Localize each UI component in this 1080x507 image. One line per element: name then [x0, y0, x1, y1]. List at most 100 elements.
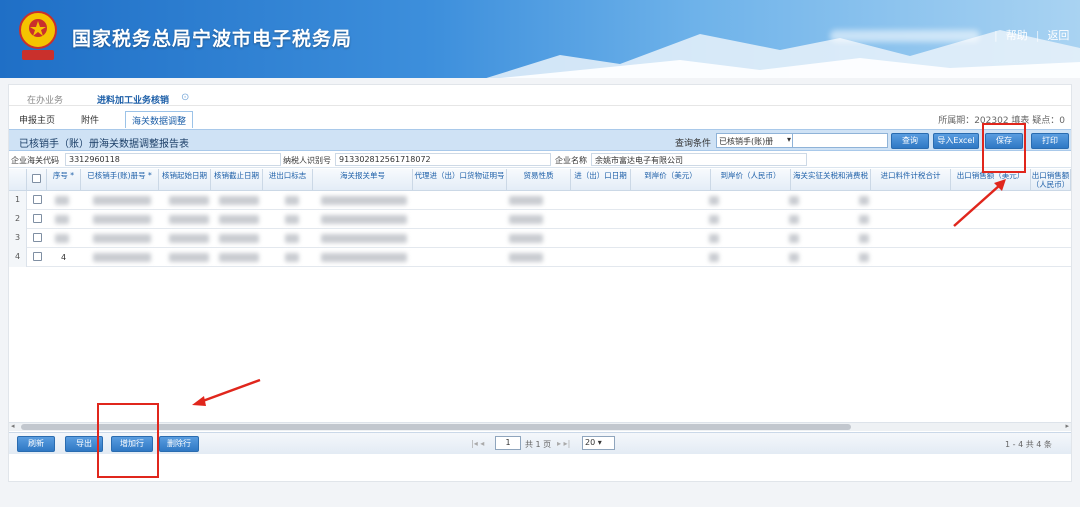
chevron-down-icon: ▾ — [597, 438, 602, 447]
grid-header-col[interactable]: 出口销售额（人民币） — [1031, 169, 1071, 191]
row-checkbox[interactable] — [33, 214, 42, 223]
blurred-cell — [859, 253, 869, 262]
print-button[interactable]: 打印 — [1031, 133, 1069, 149]
refresh-button[interactable]: 刷新 — [17, 436, 55, 452]
blurred-cell — [859, 234, 869, 243]
total-pages: 共 1 页 — [525, 440, 552, 449]
report-title: 已核销手（账）册海关数据调整报告表 — [19, 139, 189, 150]
company-value: 余姚市富达电子有限公司 — [591, 153, 807, 166]
import-excel-button[interactable]: 导入Excel — [933, 133, 979, 149]
blurred-cell — [321, 253, 407, 262]
row-checkbox[interactable] — [33, 195, 42, 204]
scroll-right-icon[interactable]: ▸ — [1065, 422, 1069, 430]
query-label: 查询条件 — [675, 139, 712, 149]
blurred-cell — [219, 234, 259, 243]
last-page-icon[interactable]: ▸ ▸| — [557, 439, 570, 448]
grid-header-col[interactable]: 已核销手(账)册号 * — [81, 169, 159, 191]
blurred-cell — [169, 196, 209, 205]
customs-code-label: 企业海关代码 — [11, 156, 59, 165]
blurred-cell — [709, 253, 719, 262]
row-checkbox[interactable] — [33, 233, 42, 242]
help-link[interactable]: 帮助 — [1006, 29, 1028, 42]
row-number: 3 — [9, 229, 27, 248]
blurred-cell — [859, 215, 869, 224]
row-number: 1 — [9, 191, 27, 210]
blurred-cell — [509, 196, 543, 205]
pager-toolbar: 刷新 导出 增加行 删除行 |◂ ◂ 1 共 1 页 ▸ ▸| 20 ▾ 1 -… — [9, 432, 1071, 454]
page-size-select[interactable]: 20 ▾ — [582, 436, 615, 450]
seq-cell[interactable]: 4 — [61, 253, 66, 262]
table-row[interactable]: 4 4 — [9, 248, 1071, 267]
company-info-row: 企业海关代码 3312960118 纳税人识别号 913302812561718… — [9, 152, 1071, 168]
scroll-left-icon[interactable]: ◂ — [11, 422, 15, 430]
blurred-cell — [93, 215, 151, 224]
divider — [9, 105, 1071, 106]
subtab-customs-adjust[interactable]: 海关数据调整 — [125, 111, 194, 128]
row-number: 2 — [9, 210, 27, 229]
close-circle-icon[interactable]: ⊙ — [181, 92, 189, 103]
table-row[interactable]: 1 — [9, 191, 1071, 210]
grid-header-col[interactable]: 代理进（出）口货物证明号 — [413, 169, 507, 191]
select-all-checkbox[interactable] — [32, 174, 41, 183]
tax-emblem-icon — [19, 11, 57, 60]
grid-header-col[interactable]: 进（出）口日期 — [571, 169, 631, 191]
blurred-cell — [285, 215, 299, 224]
query-button[interactable]: 查询 — [891, 133, 929, 149]
page-input[interactable]: 1 — [495, 436, 521, 450]
blurred-cell — [789, 253, 799, 262]
query-select[interactable]: 已核销手(账)册 ▾ — [716, 133, 794, 148]
blurred-cell — [169, 234, 209, 243]
grid-header-col[interactable]: 核销起始日期 — [159, 169, 211, 191]
subtab-main[interactable]: 申报主页 — [19, 113, 55, 126]
save-highlight-box — [982, 123, 1026, 173]
blurred-cell — [219, 196, 259, 205]
blurred-cell — [321, 196, 407, 205]
site-title: 国家税务总局宁波市电子税务局 — [72, 29, 353, 50]
grid-header-col[interactable]: 海关实征关税和消费税 — [791, 169, 871, 191]
blurred-cell — [219, 253, 259, 262]
blurred-cell — [285, 196, 299, 205]
blurred-cell — [859, 196, 869, 205]
grid-header-col[interactable]: 到岸价（美元） — [631, 169, 711, 191]
company-label: 企业名称 — [555, 156, 587, 165]
grid-header-col[interactable]: 核销截止日期 — [211, 169, 263, 191]
header-links: | 帮助 | 返回 — [994, 29, 1070, 42]
horizontal-scrollbar[interactable]: ◂ ▸ — [9, 422, 1071, 431]
grid-header-checkbox — [27, 169, 47, 191]
main-panel: 在办业务 进料加工业务核销 ⊙ 申报主页 附件 海关数据调整 所属期：20230… — [8, 84, 1072, 482]
blurred-cell — [169, 253, 209, 262]
header-banner: 国家税务总局宁波市电子税务局 | 帮助 | 返回 — [0, 0, 1080, 78]
blurred-cell — [55, 196, 69, 205]
blurred-cell — [509, 253, 543, 262]
add-row-highlight-box — [97, 403, 159, 478]
table-row[interactable]: 2 — [9, 210, 1071, 229]
table-row[interactable]: 3 — [9, 229, 1071, 248]
blurred-cell — [709, 196, 719, 205]
delete-row-button[interactable]: 删除行 — [159, 436, 199, 452]
grid-header-col[interactable]: 海关报关单号 — [313, 169, 413, 191]
blurred-cell — [509, 234, 543, 243]
blurred-cell — [321, 234, 407, 243]
row-number: 4 — [9, 248, 27, 267]
blurred-cell — [93, 253, 151, 262]
blurred-cell — [509, 215, 543, 224]
blurred-cell — [789, 196, 799, 205]
grid-header-col[interactable]: 贸易性质 — [507, 169, 571, 191]
grid-header-col[interactable]: 序号 * — [47, 169, 81, 191]
back-link[interactable]: 返回 — [1047, 29, 1069, 42]
blurred-cell — [709, 215, 719, 224]
arrow-to-save-icon — [953, 179, 1006, 227]
query-input[interactable] — [792, 133, 888, 148]
subtab-attachment[interactable]: 附件 — [81, 113, 99, 126]
grid-header-col[interactable]: 进出口标志 — [263, 169, 313, 191]
grid-header-col[interactable]: 进口料件计税合计 — [871, 169, 951, 191]
blurred-cell — [55, 234, 69, 243]
blurred-cell — [55, 215, 69, 224]
blurred-cell — [93, 234, 151, 243]
row-checkbox[interactable] — [33, 252, 42, 261]
taxpayer-id-value: 91330281256171807​2 — [335, 153, 551, 166]
first-page-icon[interactable]: |◂ ◂ — [471, 439, 484, 448]
blurred-cell — [709, 234, 719, 243]
customs-code-value: 3312960118 — [65, 153, 281, 166]
grid-header-col[interactable]: 到岸价（人民币） — [711, 169, 791, 191]
